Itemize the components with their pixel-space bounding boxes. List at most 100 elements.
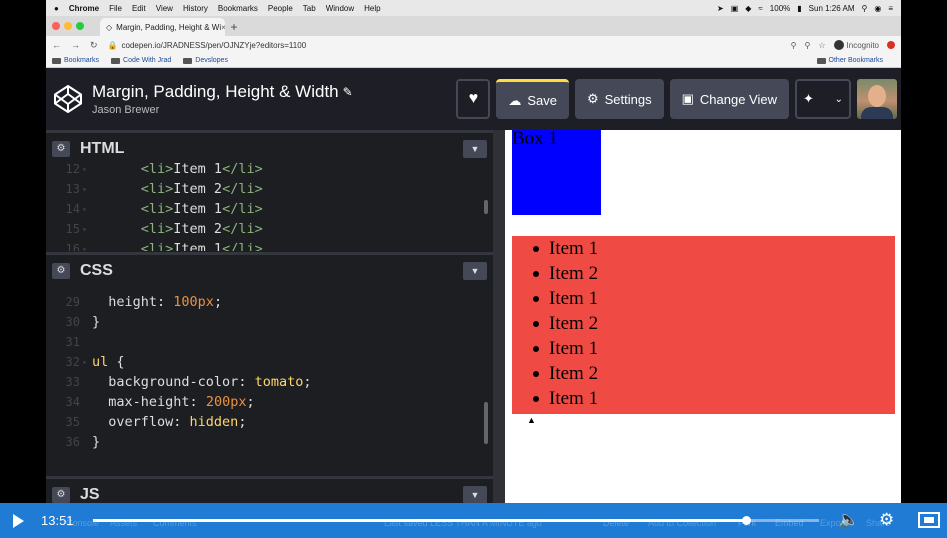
address-bar: ← → ↻ 🔒 codepen.io/JRADNESS/pen/OJNZYje?e…	[46, 36, 901, 54]
codepen-logo-icon[interactable]	[52, 83, 84, 115]
reload-icon[interactable]: ↻	[90, 40, 98, 51]
footer-delete: Delete	[603, 518, 630, 528]
bookmark-other[interactable]: Other Bookmarks	[816, 57, 883, 64]
css-semicolon: ;	[246, 394, 255, 410]
html-text: Item 1	[173, 241, 223, 251]
close-window-button[interactable]	[52, 22, 60, 30]
menu-edit[interactable]: Edit	[132, 4, 146, 13]
list-item: Item 1	[512, 386, 895, 411]
bookmark-code-with-jrad[interactable]: Code With Jrad	[111, 57, 171, 64]
pen-title[interactable]: Margin, Padding, Height & Width ✎	[92, 82, 353, 102]
menu-history[interactable]: History	[183, 4, 208, 13]
html-scrollbar[interactable]	[484, 200, 488, 214]
minimize-window-button[interactable]	[64, 22, 72, 30]
battery-icon[interactable]: ▮	[797, 4, 801, 13]
bullet-icon	[533, 345, 539, 352]
heart-button[interactable]: ♥	[456, 79, 491, 119]
css-scrollbar[interactable]	[484, 402, 488, 444]
list-item-text: Item 1	[549, 337, 599, 359]
tab-title: Margin, Padding, Height & Wi	[116, 22, 222, 32]
menu-help[interactable]: Help	[364, 4, 380, 13]
code-line: 34 max-height: 200px;	[46, 392, 493, 412]
settings-button[interactable]: ⚙ Settings	[574, 79, 664, 119]
html-tag: </li>	[222, 181, 263, 197]
line-number: 16	[65, 242, 80, 251]
js-settings-gear-icon[interactable]: ⚙	[52, 486, 70, 503]
html-chevron-down-icon[interactable]: ▼	[463, 139, 487, 158]
code-line: 12 ▾ <li> Item 1 </li>	[46, 159, 493, 179]
menu-tab[interactable]: Tab	[303, 4, 316, 13]
html-settings-gear-icon[interactable]: ⚙	[52, 140, 70, 157]
line-number: 29	[65, 295, 80, 309]
css-pane-header[interactable]: ⚙ CSS ▼	[46, 252, 493, 286]
dropbox-icon[interactable]: ◆	[745, 4, 751, 13]
siri-icon[interactable]: ◉	[874, 4, 881, 13]
line-number: 35	[65, 415, 80, 429]
menu-view[interactable]: View	[156, 4, 173, 13]
menu-file[interactable]: File	[109, 4, 122, 13]
html-tag: <li>	[140, 161, 174, 177]
bookmark-bookmarks[interactable]: Bookmarks	[52, 57, 99, 64]
fold-arrow-icon: ▾	[82, 244, 87, 252]
editor-resize-handle[interactable]	[493, 130, 505, 503]
menu-list-icon[interactable]: ≡	[888, 4, 893, 13]
save-button[interactable]: ☁ Save	[496, 79, 569, 119]
forward-icon[interactable]: →	[71, 40, 80, 50]
menu-people[interactable]: People	[268, 4, 293, 13]
cloud-icon: ☁	[508, 92, 522, 108]
settings-gear-icon[interactable]: ⚙	[879, 510, 894, 530]
apple-icon[interactable]: ●	[54, 4, 59, 13]
chevron-down-icon[interactable]: ⌄	[835, 94, 843, 105]
css-chevron-down-icon[interactable]: ▼	[463, 261, 487, 280]
incognito-icon[interactable]	[833, 40, 844, 50]
location-icon[interactable]: ➤	[717, 4, 724, 13]
fullscreen-icon[interactable]	[918, 512, 940, 528]
fold-arrow-icon: ▾	[82, 164, 87, 174]
zoom-window-button[interactable]	[76, 22, 84, 30]
edit-pencil-icon[interactable]: ✎	[343, 85, 353, 99]
css-colon: :	[173, 414, 190, 430]
screen-icon[interactable]: ▣	[731, 4, 739, 13]
editor-column: ⚙ HTML ▼ 12 ▾ <li> Item 1 </li> 13 ▾ <li> Item…	[46, 130, 493, 510]
menu-window[interactable]: Window	[326, 4, 354, 13]
back-icon[interactable]: ←	[52, 40, 61, 50]
wifi-icon[interactable]: ≈	[758, 4, 762, 13]
html-text: Item 1	[173, 201, 223, 217]
menu-bookmarks[interactable]: Bookmarks	[218, 4, 258, 13]
clock[interactable]: Sun 1:26 AM	[809, 4, 855, 13]
avatar[interactable]	[857, 79, 897, 119]
pen-author[interactable]: Jason Brewer	[92, 104, 353, 116]
html-tag: <li>	[140, 201, 174, 217]
star-icon[interactable]: ☆	[818, 41, 825, 50]
code-line: 16 ▾ <li> Item 1 </li>	[46, 239, 493, 251]
html-code-editor[interactable]: 12 ▾ <li> Item 1 </li> 13 ▾ <li> Item 2 </li> 14…	[46, 159, 493, 251]
change-view-button[interactable]: ▣ Change View	[669, 79, 789, 119]
html-pane-label: HTML	[80, 139, 125, 157]
volume-icon[interactable]: 🔈	[838, 510, 859, 530]
bookmark-devslopes[interactable]: Devslopes	[183, 57, 228, 64]
js-chevron-down-icon[interactable]: ▼	[463, 485, 487, 504]
pin-button[interactable]: ✦ ⌄	[795, 79, 851, 119]
code-line: 36}	[46, 432, 493, 452]
browser-tab[interactable]: ◇ Margin, Padding, Height & Wi ×	[100, 18, 225, 36]
line-number: 34	[65, 395, 80, 409]
css-code-editor[interactable]: ····· ····· 29 height: 100px;30}3132▾ul …	[46, 286, 493, 476]
html-tag: </li>	[222, 161, 263, 177]
bullet-icon	[533, 245, 539, 252]
css-semicolon: ;	[303, 374, 312, 390]
battery-percent[interactable]: 100%	[770, 4, 790, 13]
new-tab-button[interactable]: +	[225, 18, 243, 36]
code-line: 33 background-color: tomato;	[46, 372, 493, 392]
menu-app-name[interactable]: Chrome	[69, 4, 99, 13]
css-settings-gear-icon[interactable]: ⚙	[52, 262, 70, 279]
key-icon[interactable]: ⚲	[805, 41, 811, 50]
url-field[interactable]: 🔒 codepen.io/JRADNESS/pen/OJNZYje?editors…	[108, 41, 783, 50]
folder-icon	[183, 57, 193, 64]
search-icon[interactable]: ⚲	[861, 4, 867, 13]
play-icon[interactable]	[13, 513, 24, 528]
extension-icon[interactable]	[887, 41, 895, 49]
zoom-icon[interactable]: ⚲	[791, 41, 797, 50]
